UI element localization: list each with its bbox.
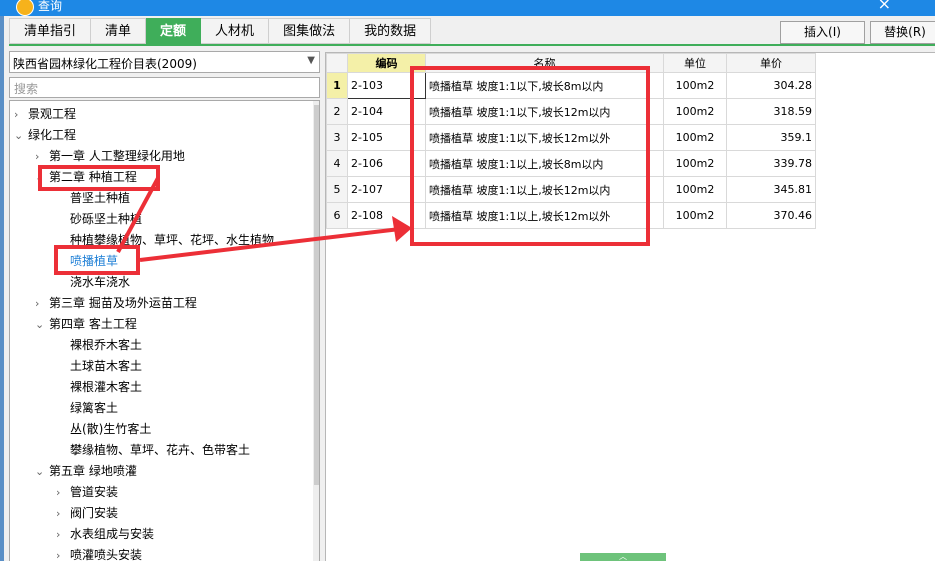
splitter-handle[interactable]: ︿ [580,553,666,561]
arrow-line-1 [116,177,160,253]
annotation-arrows [116,177,412,262]
arrow-line-2 [139,227,401,262]
arrow-head [392,216,412,242]
